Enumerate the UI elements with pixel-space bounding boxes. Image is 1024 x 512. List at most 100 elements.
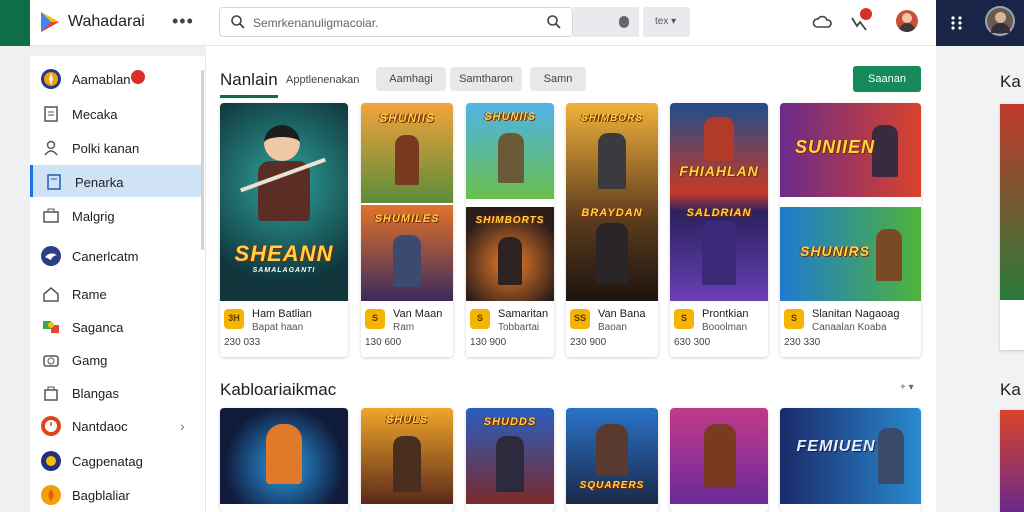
game-card[interactable]: [1000, 410, 1024, 512]
game-downloads: 130 900: [470, 337, 507, 348]
game-icon: 3H: [224, 309, 244, 329]
game-art-title: BRAYDAN: [581, 207, 643, 219]
game-name: Prontkian: [702, 308, 749, 320]
primary-action-button[interactable]: Saanan: [853, 66, 921, 92]
game-icon: SS: [570, 309, 590, 329]
sidebar-item-0[interactable]: Aamablan: [30, 62, 202, 94]
sidebar-item-10[interactable]: Nantdaoc ›: [30, 409, 202, 441]
sidebar-item-12[interactable]: Bagblaliar: [30, 478, 202, 510]
sidebar-item-3[interactable]: Penarka: [30, 165, 202, 197]
game-art: SQUARERS: [566, 408, 658, 504]
section-more-button[interactable]: + ▾: [900, 382, 914, 393]
filter-chip-2[interactable]: Samn: [530, 67, 586, 91]
sidebar-item-11[interactable]: Cagpenatag: [30, 444, 202, 476]
game-name: Ham Batlian: [252, 308, 312, 320]
card-info: 3H Ham Batlian Bapat haan 230 033: [220, 301, 348, 357]
voice-search-button[interactable]: [573, 7, 639, 37]
game-art-title: FHIAHLAN: [679, 163, 759, 179]
game-art: SHUNIIS: [361, 103, 453, 203]
sidebar-item-label: Aamablan: [72, 72, 131, 87]
sidebar-item-label: Canerlcatm: [72, 249, 139, 264]
game-art-title: SHUMILES: [374, 213, 440, 225]
game-downloads: 630 300: [674, 337, 711, 348]
game-developer: Booolman: [702, 322, 748, 333]
app-logo-icon[interactable]: [38, 10, 62, 34]
section-title: Nanlain: [220, 70, 278, 89]
search-input[interactable]: Semrkenanuligmacoiar.: [219, 7, 573, 37]
game-art-title: SHUDDS: [483, 416, 537, 428]
sidebar-item-7[interactable]: Saganca: [30, 310, 202, 342]
game-developer: Baoan: [598, 322, 627, 333]
game-art-title: SHUNIIS: [484, 111, 536, 123]
notification-badge: [860, 8, 872, 20]
game-card[interactable]: SHULS: [361, 408, 453, 512]
game-card[interactable]: [220, 408, 348, 512]
user-avatar[interactable]: [896, 10, 918, 32]
game-card[interactable]: SHUNIIS SHIMBORTS S Samaritan Tobbartai …: [466, 103, 554, 357]
sidebar-item-label: Penarka: [75, 175, 124, 190]
apps-grid-icon[interactable]: [950, 15, 964, 31]
search-placeholder: Semrkenanuligmacoiar.: [253, 16, 379, 30]
search-submit-icon[interactable]: [546, 14, 562, 30]
game-downloads: 230 330: [784, 337, 821, 348]
sidebar-item-label: Cagpenatag: [72, 454, 143, 469]
game-art: SHULS: [361, 408, 453, 504]
sidebar-item-2[interactable]: Polki kanan: [30, 131, 202, 163]
card-info: S Slanitan Nagaoag Canaalan Koaba 230 33…: [780, 301, 921, 357]
sidebar-item-5[interactable]: Canerlcatm: [30, 239, 202, 271]
main-content: Nanlain Apptlenenakan Aamhagi Samtharon …: [206, 46, 936, 512]
cloud-icon[interactable]: [812, 12, 834, 34]
document-icon: [44, 106, 58, 122]
sidebar-item-label: Gamg: [72, 353, 108, 368]
game-art: FHIAHLAN SALDRIAN: [670, 103, 768, 301]
more-options-icon[interactable]: •••: [172, 11, 194, 32]
sidebar-item-9[interactable]: Blangas: [30, 376, 202, 408]
game-art-title: SHIMBORS: [581, 113, 643, 124]
game-art: SHUNIRS: [780, 207, 921, 301]
sidebar-scrollbar[interactable]: [201, 70, 204, 250]
game-card[interactable]: SQUARERS: [566, 408, 658, 512]
game-card[interactable]: SUNIIEN SHUNIRS S Slanitan Nagaoag Canaa…: [780, 103, 921, 357]
game-card[interactable]: SHIMBORS BRAYDAN SS Van Bana Baoan 230 9…: [566, 103, 658, 357]
game-name: Samaritan: [498, 308, 549, 320]
game-card[interactable]: FHIAHLAN SALDRIAN S Prontkian Booolman 6…: [670, 103, 768, 357]
sidebar-item-8[interactable]: Gamg: [30, 343, 202, 375]
game-card[interactable]: SHEANN SAMALAGANTI 3H Ham Batlian Bapat …: [220, 103, 348, 357]
game-card[interactable]: [1000, 104, 1024, 350]
game-art: SHEANN SAMALAGANTI: [220, 103, 348, 301]
game-art-title: SQUARERS: [579, 480, 645, 491]
filter-chip-0[interactable]: Aamhagi: [376, 67, 446, 91]
game-icon: S: [674, 309, 694, 329]
account-avatar[interactable]: [985, 6, 1015, 36]
game-card[interactable]: SHUDDS: [466, 408, 554, 512]
game-downloads: 230 900: [570, 337, 607, 348]
briefcase-icon: [43, 208, 59, 223]
game-name: Slanitan Nagaoag: [812, 308, 900, 320]
secondary-section-title: Ka: [1000, 72, 1021, 91]
card-info: S Prontkian Booolman 630 300: [670, 301, 768, 357]
card-info: S Samaritan Tobbartai 130 900: [466, 301, 554, 357]
game-developer: Ram: [393, 322, 415, 333]
game-card[interactable]: [670, 408, 768, 512]
game-card[interactable]: FEMIUEN: [780, 408, 921, 512]
chevron-right-icon[interactable]: ›: [180, 418, 185, 434]
sidebar-item-4[interactable]: Malgrig: [30, 199, 202, 231]
globe-icon: [41, 451, 61, 471]
section-title: Kabloariaikmac: [220, 380, 337, 399]
puzzle-icon: [43, 321, 59, 333]
app-name: Wahadarai: [68, 13, 145, 30]
sidebar-item-1[interactable]: Mecaka: [30, 97, 202, 129]
sidebar-item-label: Bagblaliar: [72, 488, 130, 503]
filter-dropdown[interactable]: tex ▾: [643, 7, 690, 37]
game-art-title: SHUNIIS: [379, 111, 435, 125]
mic-icon: [619, 16, 629, 28]
game-art-title: SALDRIAN: [686, 207, 752, 219]
bird-icon: [41, 246, 61, 266]
sidebar-item-6[interactable]: Rame: [30, 277, 202, 309]
compass-icon: [41, 69, 61, 89]
bag-icon: [44, 386, 58, 401]
game-card[interactable]: SHUNIIS SHUMILES S Van Maan Ram 130 600: [361, 103, 453, 357]
filter-chip-1[interactable]: Samtharon: [450, 67, 522, 91]
game-art: SUNIIEN: [780, 103, 921, 197]
secondary-section-title: Ka: [1000, 380, 1021, 399]
